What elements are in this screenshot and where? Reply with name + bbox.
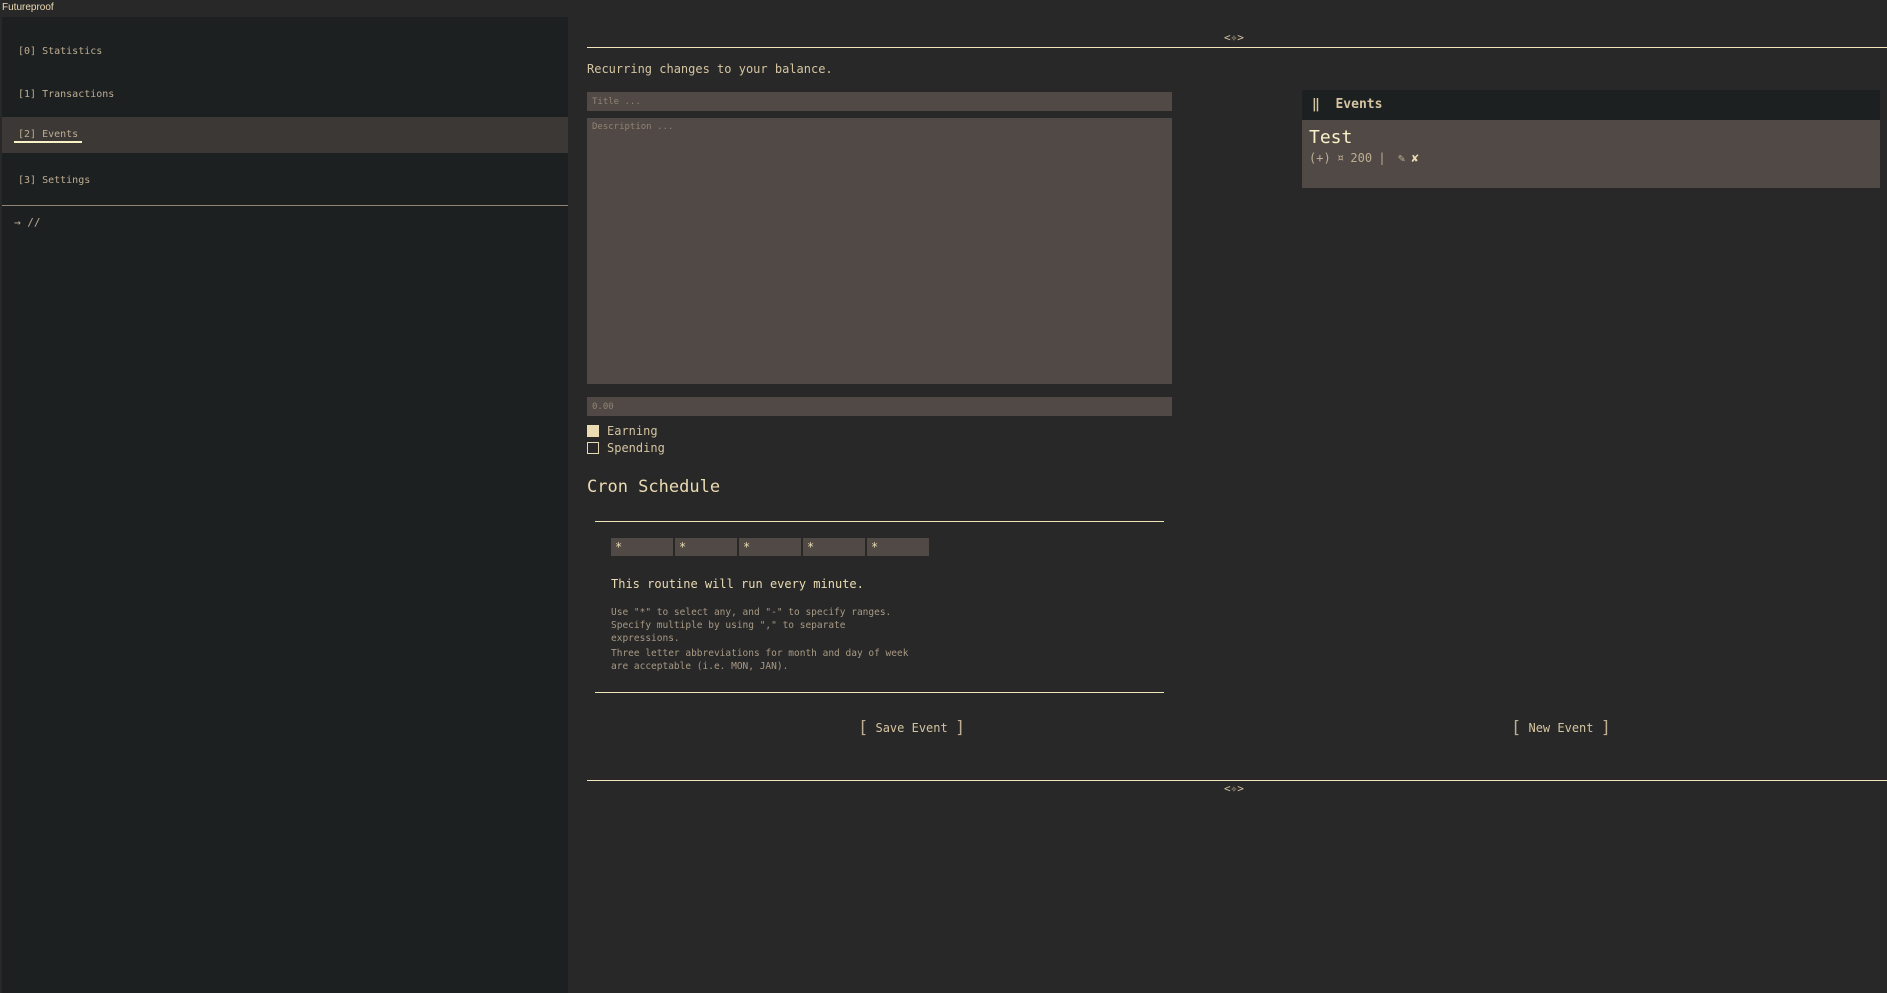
edit-pencil-icon[interactable]: ✎ (1398, 151, 1405, 165)
page-subtitle: Recurring changes to your balance. (587, 62, 833, 76)
events-heading: Events (1335, 97, 1383, 112)
nav-label: [3] Settings (18, 175, 91, 186)
title-input[interactable] (587, 92, 1172, 111)
cron-help-1: Use "*" to select any, and "-" to specif… (611, 607, 892, 644)
checkbox-unchecked-icon (587, 442, 599, 454)
amount-input[interactable] (587, 397, 1172, 416)
event-sign: (+) (1309, 151, 1331, 165)
description-input[interactable] (587, 118, 1172, 384)
spending-checkbox[interactable]: Spending (587, 441, 665, 455)
title-bar: Futureproof (0, 0, 1887, 17)
earning-checkbox[interactable]: Earning (587, 424, 658, 438)
cron-bottom-divider (595, 692, 1164, 693)
spending-label: Spending (607, 441, 665, 455)
ornament-icon: <✧> (1224, 31, 1244, 44)
breadcrumb: → // (14, 216, 41, 229)
sidebar-item-statistics[interactable]: [0] Statistics (2, 34, 568, 70)
sidebar-divider (2, 205, 568, 206)
nav-label: [1] Transactions (18, 89, 115, 100)
cron-fields (611, 538, 929, 556)
event-amount: 200 (1350, 151, 1373, 165)
delete-x-icon[interactable]: ✘ (1411, 151, 1418, 165)
save-label: Save Event (875, 721, 948, 735)
cron-minute-input[interactable] (611, 538, 673, 556)
cron-weekday-input[interactable] (867, 538, 929, 556)
currency-icon: ¤ (1336, 151, 1345, 165)
new-label: New Event (1528, 721, 1594, 735)
sidebar-item-transactions[interactable]: [1] Transactions (2, 77, 568, 113)
ornament-icon: <✧> (1224, 782, 1244, 795)
cron-hour-input[interactable] (675, 538, 737, 556)
sidebar-item-events[interactable]: [2] Events (2, 117, 568, 153)
new-event-button[interactable]: [ New Event ] (1511, 718, 1611, 738)
earning-label: Earning (607, 424, 658, 438)
cron-help-2: Three letter abbreviations for month and… (611, 648, 909, 672)
cron-top-divider (595, 521, 1164, 522)
cron-summary: This routine will run every minute. (611, 577, 864, 591)
cron-month-input[interactable] (803, 538, 865, 556)
event-item[interactable]: Test (+) ¤ 200 | ✎ ✘ (1302, 120, 1880, 188)
save-event-button[interactable]: [ Save Event ] (858, 718, 965, 738)
events-panel-header: ‖ Events (1302, 90, 1880, 120)
nav-label: [2] Events (14, 129, 83, 143)
sidebar-item-settings[interactable]: [3] Settings (2, 163, 568, 199)
cron-day-input[interactable] (739, 538, 801, 556)
separator: | (1378, 151, 1386, 165)
nav-label: [0] Statistics (18, 46, 103, 57)
event-title: Test (1309, 127, 1353, 148)
bottom-divider (587, 780, 1887, 781)
sidebar: [0] Statistics [1] Transactions [2] Even… (2, 17, 568, 993)
cron-heading: Cron Schedule (587, 477, 721, 497)
top-divider (587, 47, 1887, 48)
checkbox-checked-icon (587, 425, 599, 437)
app-title: Futureproof (2, 2, 54, 13)
pause-icon: ‖ (1312, 97, 1320, 112)
